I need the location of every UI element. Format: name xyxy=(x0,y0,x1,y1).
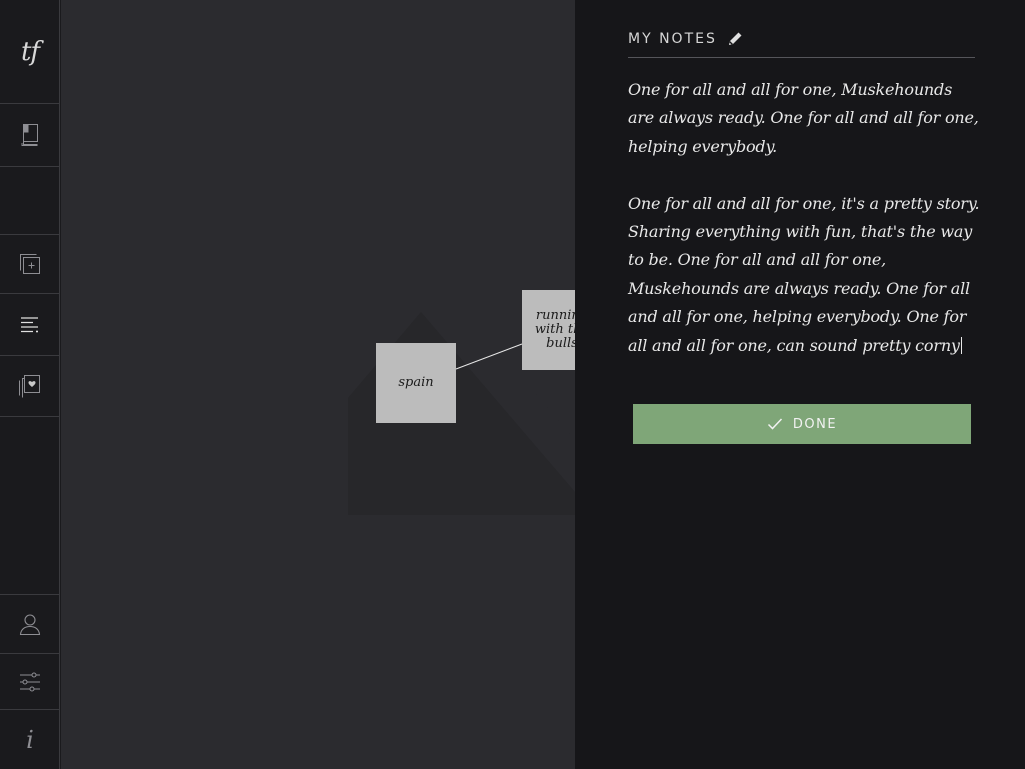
text-caret xyxy=(960,336,962,354)
sidebar-item-favorites[interactable] xyxy=(0,356,60,417)
sidebar-spacer xyxy=(0,167,60,235)
sidebar-item-book[interactable] xyxy=(0,104,60,167)
sidebar-item-info[interactable]: i xyxy=(0,710,60,769)
notes-editor[interactable]: One for all and all for one, Muskehounds… xyxy=(628,76,980,360)
notes-paragraph: One for all and all for one, Muskehounds… xyxy=(628,80,984,156)
mindmap-node-running-with-the-bulls[interactable]: running with the bulls xyxy=(522,290,575,370)
node-label: running with the bulls xyxy=(534,308,575,351)
sliders-icon xyxy=(20,672,40,691)
mindmap-node-spain[interactable]: spain xyxy=(376,343,456,423)
favorite-cards-icon xyxy=(19,375,40,398)
app-window: tf i spain runni with t bulls MY NOTES O… xyxy=(0,0,1025,769)
info-icon: i xyxy=(26,725,34,754)
sidebar: tf i xyxy=(0,0,60,769)
add-card-icon xyxy=(20,254,40,274)
book-icon xyxy=(21,124,38,146)
pencil-icon[interactable] xyxy=(726,30,744,48)
done-button[interactable]: DONE xyxy=(633,404,971,444)
notes-paragraph: One for all and all for one, it's a pret… xyxy=(628,193,985,355)
notes-title: MY NOTES xyxy=(628,30,717,47)
sidebar-item-notes[interactable] xyxy=(0,294,60,356)
sidebar-item-profile[interactable] xyxy=(0,594,60,654)
sidebar-item-add-card[interactable] xyxy=(0,235,60,294)
node-label: spain xyxy=(398,375,434,390)
check-icon xyxy=(767,418,782,430)
mindmap-canvas[interactable]: spain running with the bulls xyxy=(61,0,575,769)
notes-header: MY NOTES xyxy=(628,28,975,58)
user-icon xyxy=(19,614,41,636)
sidebar-item-settings[interactable] xyxy=(0,654,60,710)
node-connector xyxy=(455,343,523,370)
notes-panel: MY NOTES One for all and all for one, Mu… xyxy=(575,0,1025,769)
done-button-label: DONE xyxy=(792,416,838,432)
app-logo[interactable]: tf xyxy=(0,0,60,104)
notes-lines-icon xyxy=(21,316,38,332)
